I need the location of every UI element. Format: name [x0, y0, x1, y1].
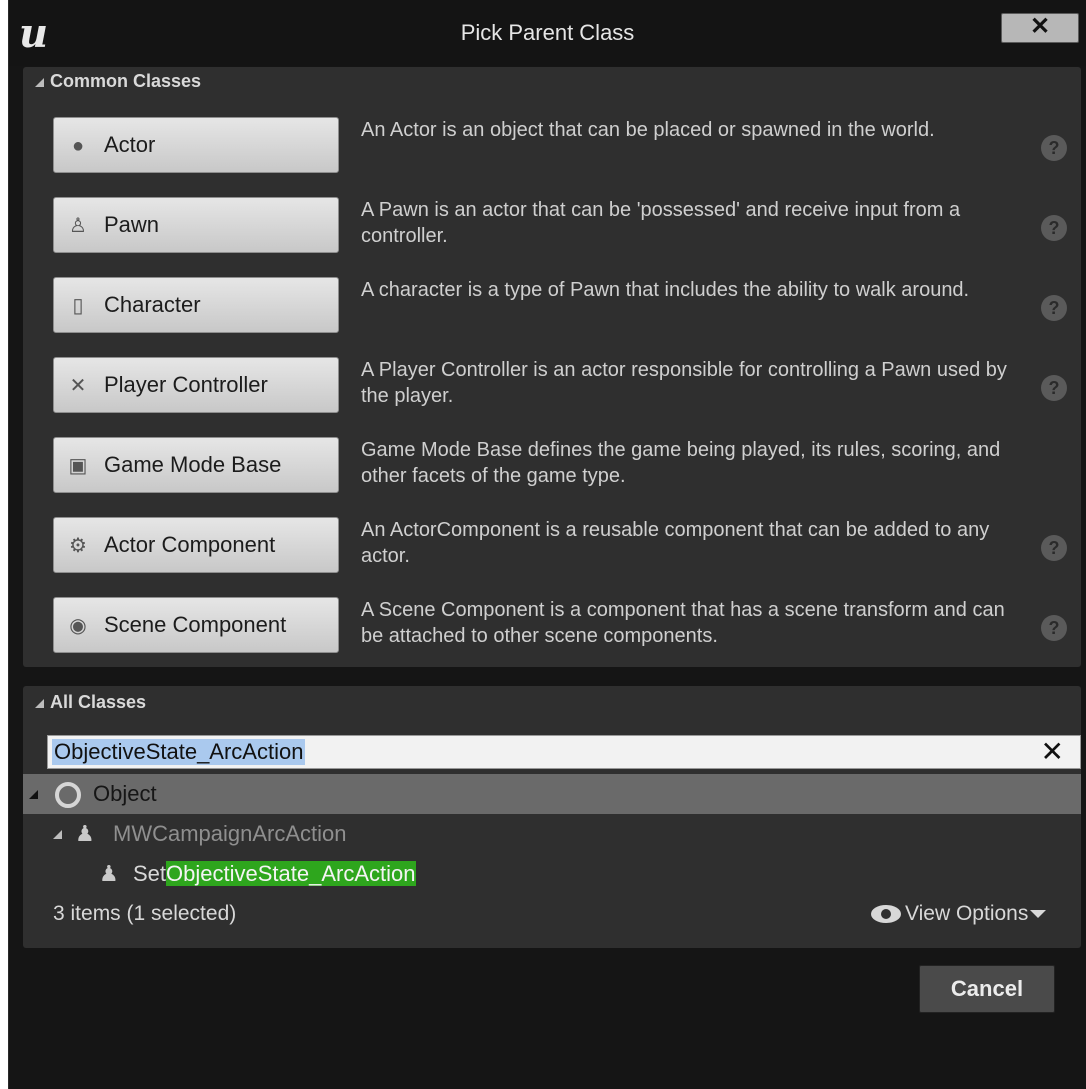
view-options-button[interactable]: View Options	[871, 902, 1047, 926]
class-description: A Pawn is an actor that can be 'possesse…	[361, 199, 961, 247]
actor-class-icon: ♟	[75, 821, 95, 846]
help-icon[interactable]: ?	[1041, 375, 1067, 401]
class-row-character: ▯ Character A character is a type of Paw…	[23, 267, 1081, 347]
search-value: ObjectiveState_ArcAction	[52, 739, 306, 765]
class-description: An Actor is an object that can be placed…	[361, 119, 935, 141]
pick-parent-class-dialog: u Pick Parent Class ✕ Common Classes ● A…	[8, 0, 1086, 1089]
help-icon[interactable]: ?	[1041, 615, 1067, 641]
pawn-icon: ♙	[69, 215, 87, 237]
player-controller-label: Player Controller	[104, 372, 268, 397]
tree-row-mwcampaignarcaction[interactable]: ♟ MWCampaignArcAction	[23, 814, 1081, 854]
chevron-down-icon	[1030, 910, 1047, 919]
class-row-actor: ● Actor An Actor is an object that can b…	[23, 107, 1081, 187]
class-description: An ActorComponent is a reusable componen…	[361, 519, 990, 567]
tree-item-label: MWCampaignArcAction	[113, 821, 347, 846]
game-mode-base-label: Game Mode Base	[104, 452, 282, 477]
game-mode-icon: ▣	[68, 455, 88, 477]
scene-component-label: Scene Component	[104, 612, 287, 637]
cancel-button[interactable]: Cancel	[919, 965, 1055, 1013]
item-count-status: 3 items (1 selected)	[53, 902, 237, 925]
all-classes-panel: All Classes ObjectiveState_ArcAction ✕ O…	[23, 686, 1081, 948]
class-description: A Scene Component is a component that ha…	[361, 599, 1005, 647]
help-icon[interactable]: ?	[1041, 295, 1067, 321]
dialog-title: Pick Parent Class	[460, 20, 635, 45]
actor-button[interactable]: ● Actor	[53, 117, 339, 173]
collapse-arrow-icon	[35, 77, 44, 87]
class-row-player-controller: ✕ Player Controller A Player Controller …	[23, 347, 1081, 427]
class-description: A Player Controller is an actor responsi…	[361, 359, 1007, 407]
tree-item-label: SetObjectiveState_ArcAction	[133, 854, 416, 894]
class-row-game-mode-base: ▣ Game Mode Base Game Mode Base defines …	[23, 427, 1081, 507]
common-classes-header[interactable]: Common Classes	[23, 67, 1081, 95]
class-row-actor-component: ⚙ Actor Component An ActorComponent is a…	[23, 507, 1081, 587]
view-options-label: View Options	[905, 902, 1029, 925]
collapse-arrow-icon	[35, 698, 44, 708]
clear-search-icon[interactable]: ✕	[1041, 736, 1064, 768]
actor-class-icon: ♟	[99, 861, 119, 886]
actor-component-label: Actor Component	[104, 532, 276, 557]
tree-row-setobjectivestate[interactable]: ♟ SetObjectiveState_ArcAction	[23, 854, 1081, 894]
controller-icon: ✕	[69, 375, 87, 397]
class-row-scene-component: ◉ Scene Component A Scene Component is a…	[23, 587, 1081, 667]
object-class-icon	[55, 782, 81, 808]
expand-arrow-icon[interactable]	[53, 830, 62, 839]
help-icon[interactable]: ?	[1041, 535, 1067, 561]
character-label: Character	[104, 292, 201, 317]
character-icon: ▯	[72, 295, 84, 317]
tree-row-object[interactable]: Object	[23, 774, 1081, 814]
all-classes-label: All Classes	[50, 692, 147, 712]
all-classes-header[interactable]: All Classes	[23, 688, 1081, 716]
class-description: Game Mode Base defines the game being pl…	[361, 439, 1001, 487]
class-search-input[interactable]: ObjectiveState_ArcAction ✕	[47, 735, 1081, 769]
scene-component-icon: ◉	[69, 615, 87, 637]
pawn-button[interactable]: ♙ Pawn	[53, 197, 339, 253]
common-classes-label: Common Classes	[50, 71, 202, 91]
common-classes-panel: Common Classes ● Actor An Actor is an ob…	[23, 67, 1081, 667]
help-icon[interactable]: ?	[1041, 135, 1067, 161]
sphere-icon: ●	[71, 135, 85, 157]
pawn-label: Pawn	[104, 212, 160, 237]
expand-arrow-icon[interactable]	[29, 790, 38, 799]
class-row-pawn: ♙ Pawn A Pawn is an actor that can be 'p…	[23, 187, 1081, 267]
player-controller-button[interactable]: ✕ Player Controller	[53, 357, 339, 413]
title-bar[interactable]: u Pick Parent Class ✕	[9, 0, 1086, 66]
actor-component-icon: ⚙	[69, 535, 87, 557]
game-mode-base-button[interactable]: ▣ Game Mode Base	[53, 437, 339, 493]
help-icon[interactable]: ?	[1041, 215, 1067, 241]
actor-label: Actor	[104, 132, 156, 157]
class-description: A character is a type of Pawn that inclu…	[361, 279, 970, 301]
eye-icon	[871, 905, 901, 924]
tree-item-prefix: Set	[133, 861, 167, 886]
character-button[interactable]: ▯ Character	[53, 277, 339, 333]
actor-component-button[interactable]: ⚙ Actor Component	[53, 517, 339, 573]
close-button[interactable]: ✕	[1001, 13, 1079, 43]
scene-component-button[interactable]: ◉ Scene Component	[53, 597, 339, 653]
tree-item-label: Object	[93, 781, 157, 806]
search-match-highlight: ObjectiveState_ArcAction	[166, 861, 416, 886]
